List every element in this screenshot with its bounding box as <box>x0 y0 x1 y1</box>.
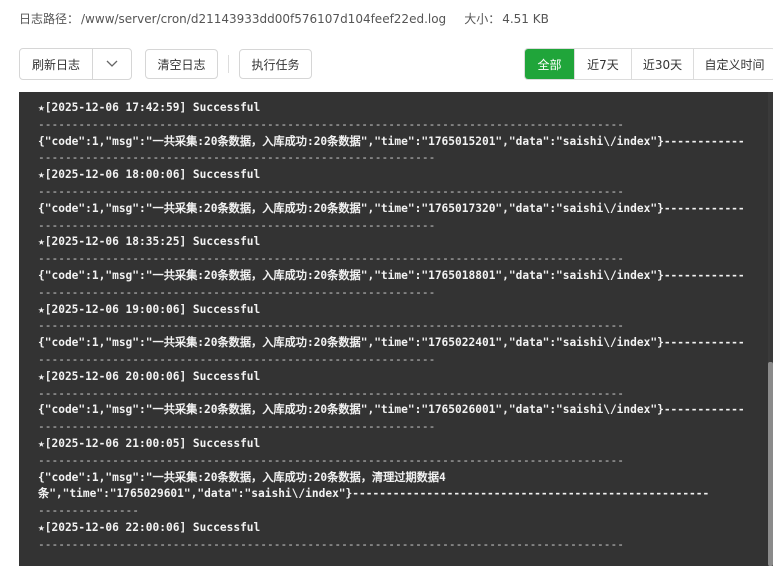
log-entry-body: {"code":1,"msg":"一共采集:20条数据，入库成功:20条数据",… <box>38 201 745 215</box>
log-entry-header: ★[2025-12-06 20:00:06] Successful <box>38 369 261 383</box>
log-separator: ----------------------------------------… <box>38 117 624 131</box>
log-entry-tail: ----------------------------------------… <box>38 218 436 232</box>
log-entry-body-continued: 条","time":"1765029601","data":"saishi\/i… <box>38 487 710 501</box>
log-entry-header: ★[2025-12-06 18:00:06] Successful <box>38 168 261 182</box>
chevron-down-icon <box>106 60 118 67</box>
log-entry: ★[2025-12-06 18:00:06] Successful ------… <box>38 167 750 234</box>
run-task-button[interactable]: 执行任务 <box>239 49 312 79</box>
log-entry-tail: ----------------------------------------… <box>38 151 436 165</box>
filter-30-days[interactable]: 近30天 <box>631 49 693 79</box>
log-entry-body: {"code":1,"msg":"一共采集:20条数据，入库成功:20条数据，清… <box>38 470 446 484</box>
log-entry-body: {"code":1,"msg":"一共采集:20条数据，入库成功:20条数据",… <box>38 268 745 282</box>
log-entry-header: ★[2025-12-06 22:00:06] Successful <box>38 520 261 534</box>
log-entry-tail: ----------------------------------------… <box>38 285 436 299</box>
log-entry-body: {"code":1,"msg":"一共采集:20条数据，入库成功:20条数据",… <box>38 336 745 350</box>
log-separator: ----------------------------------------… <box>38 252 624 266</box>
filter-all[interactable]: 全部 <box>525 49 574 79</box>
log-separator: ----------------------------------------… <box>38 453 624 467</box>
log-scrollbar[interactable] <box>768 92 773 566</box>
refresh-dropdown-toggle[interactable] <box>93 49 131 79</box>
log-size-value: 4.51 KB <box>502 12 549 26</box>
log-info-bar: 日志路径：/www/server/cron/d21143933dd00f5761… <box>19 10 549 27</box>
log-entry: ★[2025-12-06 17:42:59] Successful ------… <box>38 100 750 167</box>
log-entry-body: {"code":1,"msg":"一共采集:20条数据，入库成功:20条数据",… <box>38 403 745 417</box>
log-separator: ----------------------------------------… <box>38 184 624 198</box>
log-entry-header: ★[2025-12-06 19:00:06] Successful <box>38 302 261 316</box>
log-path: 日志路径：/www/server/cron/d21143933dd00f5761… <box>19 10 446 27</box>
log-entry: ★[2025-12-06 22:00:06] Successful ------… <box>38 520 750 554</box>
log-entry-body: {"code":1,"msg":"一共采集:20条数据，入库成功:20条数据",… <box>38 134 745 148</box>
log-entry-header: ★[2025-12-06 21:00:05] Successful <box>38 436 261 450</box>
log-path-value: /www/server/cron/d21143933dd00f576107d10… <box>81 12 447 26</box>
log-scrollbar-thumb[interactable] <box>768 362 773 566</box>
filter-7-days[interactable]: 近7天 <box>574 49 631 79</box>
log-entry-tail: ----------------------------------------… <box>38 420 436 434</box>
log-path-label: 日志路径： <box>19 12 80 26</box>
log-entry-header: ★[2025-12-06 18:35:25] Successful <box>38 235 261 249</box>
clear-log-button[interactable]: 清空日志 <box>145 49 218 79</box>
log-entry: ★[2025-12-06 21:00:05] Successful ------… <box>38 436 750 520</box>
toolbar-divider <box>228 55 229 73</box>
log-entry: ★[2025-12-06 18:35:25] Successful ------… <box>38 234 750 301</box>
log-toolbar: 刷新日志 清空日志 执行任务 <box>19 48 312 80</box>
log-separator: ----------------------------------------… <box>38 319 624 333</box>
log-viewer[interactable]: ★[2025-12-06 17:42:59] Successful ------… <box>19 92 773 566</box>
log-entry: ★[2025-12-06 19:00:06] Successful ------… <box>38 302 750 369</box>
log-entry-tail: ----------------------------------------… <box>38 352 436 366</box>
log-separator: ----------------------------------------… <box>38 386 624 400</box>
time-filter-group: 全部 近7天 近30天 自定义时间 <box>524 48 773 80</box>
log-entry: ★[2025-12-06 20:00:06] Successful ------… <box>38 369 750 436</box>
log-size: 大小： 4.51 KB <box>464 10 549 27</box>
refresh-split-button: 刷新日志 <box>19 48 132 80</box>
refresh-log-button[interactable]: 刷新日志 <box>20 49 93 79</box>
log-content: ★[2025-12-06 17:42:59] Successful ------… <box>38 100 750 554</box>
log-separator: ----------------------------------------… <box>38 537 624 551</box>
log-entry-header: ★[2025-12-06 17:42:59] Successful <box>38 101 261 114</box>
filter-custom-time[interactable]: 自定义时间 <box>693 49 773 79</box>
log-entry-tail: --------------- <box>38 504 140 518</box>
log-size-label: 大小： <box>464 12 501 26</box>
